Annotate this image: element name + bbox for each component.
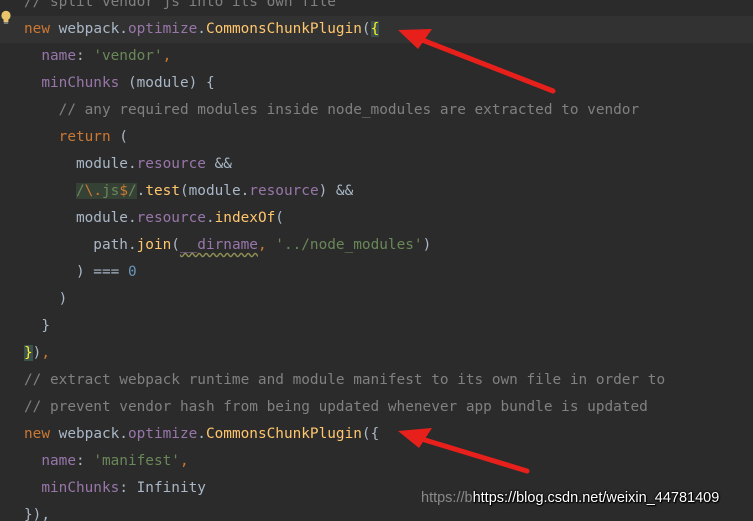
code-token: resource (136, 210, 206, 226)
code-token: minChunks (41, 480, 120, 496)
code-token: // split vendor js into its own file (24, 0, 336, 10)
code-token: module. (24, 210, 137, 226)
code-token: } (24, 345, 33, 361)
code-line[interactable]: module.resource.indexOf( (0, 205, 753, 232)
code-token: : (75, 48, 94, 64)
code-token: (module. (179, 183, 250, 199)
code-line[interactable]: // split vendor js into its own file (0, 0, 753, 16)
code-token: join (136, 237, 172, 253)
code-token: ( (171, 237, 180, 253)
code-token: ( (361, 21, 371, 37)
code-token: : Infinity (119, 480, 206, 496)
code-token: \. (84, 183, 102, 199)
code-editor[interactable]: // split vendor js into its own file new … (0, 0, 753, 521)
watermark-ghost: https://b (421, 490, 473, 506)
code-token: / (75, 183, 85, 199)
code-line[interactable]: path.join(__dirname, '../node_modules') (0, 232, 753, 259)
code-token: && (205, 156, 232, 172)
code-line[interactable]: } (0, 313, 753, 340)
code-token: // extract webpack runtime and module ma… (24, 372, 666, 388)
code-line[interactable]: /\.js$/.test(module.resource) && (0, 178, 753, 205)
code-token: return (58, 129, 111, 145)
code-token: name (41, 453, 76, 469)
code-token: $ (119, 183, 128, 199)
code-token: , (257, 237, 276, 253)
code-token: . (197, 426, 206, 442)
code-token: webpack. (50, 21, 128, 37)
code-line[interactable]: name: 'manifest', (0, 448, 753, 475)
code-line[interactable]: minChunks (module) { (0, 70, 753, 97)
code-token: webpack. (50, 426, 128, 442)
code-line[interactable]: return ( (0, 124, 753, 151)
code-token: , (179, 453, 189, 469)
code-token: '../node_modules' (275, 237, 423, 253)
code-token: path. (24, 237, 137, 253)
code-token: module. (24, 156, 137, 172)
code-token: minChunks (41, 75, 120, 91)
code-token: js (101, 183, 120, 199)
code-token: , (162, 48, 172, 64)
code-token: new (24, 21, 50, 37)
code-token: . (197, 21, 206, 37)
code-line[interactable]: ) === 0 (0, 259, 753, 286)
code-line[interactable]: ) (0, 286, 753, 313)
code-token: ( (275, 210, 284, 226)
code-token: __dirname (179, 237, 258, 253)
code-token: ({ (361, 426, 380, 442)
code-token: new (24, 426, 50, 442)
code-line[interactable]: name: 'vendor', (0, 43, 753, 70)
code-line[interactable]: new webpack.optimize.CommonsChunkPlugin(… (0, 421, 753, 448)
lightbulb-icon[interactable] (0, 10, 12, 26)
code-token: . (205, 210, 215, 226)
watermark-url: https://blog.csdn.net/weixin_44781409 (472, 490, 720, 506)
code-token: : (75, 453, 94, 469)
code-token: test (145, 183, 180, 199)
code-token: / (127, 183, 137, 199)
code-token: 'vendor' (93, 48, 163, 64)
code-token: , (41, 345, 51, 361)
code-token: }), (24, 507, 50, 521)
code-token: // any required modules inside node_modu… (24, 102, 640, 118)
code-token: ) (422, 237, 432, 253)
code-line[interactable]: module.resource && (0, 151, 753, 178)
code-line[interactable]: }), (0, 340, 753, 367)
code-token: // prevent vendor hash from being update… (24, 399, 648, 415)
code-token: } (24, 318, 50, 334)
code-token: ) && (318, 183, 354, 199)
code-token: CommonsChunkPlugin (205, 426, 362, 442)
code-token: { (370, 21, 380, 37)
code-token: indexOf (214, 210, 276, 226)
code-token: CommonsChunkPlugin (205, 21, 362, 37)
code-token: ( (110, 129, 128, 145)
code-token: name (41, 48, 76, 64)
code-token: resource (249, 183, 319, 199)
code-line[interactable]: new webpack.optimize.CommonsChunkPlugin(… (0, 16, 753, 43)
code-token: 0 (127, 264, 137, 280)
code-line[interactable]: // prevent vendor hash from being update… (0, 394, 753, 421)
code-line[interactable]: // any required modules inside node_modu… (0, 97, 753, 124)
code-token: ) === (24, 264, 128, 280)
code-token: (module) { (119, 75, 215, 91)
code-token: optimize (127, 21, 198, 37)
code-line[interactable]: // extract webpack runtime and module ma… (0, 367, 753, 394)
code-token: ) (24, 291, 68, 307)
code-token: optimize (127, 426, 198, 442)
code-token: resource (136, 156, 206, 172)
code-token: 'manifest' (93, 453, 180, 469)
watermark: https://bhttps://blog.csdn.net/weixin_44… (421, 490, 719, 506)
